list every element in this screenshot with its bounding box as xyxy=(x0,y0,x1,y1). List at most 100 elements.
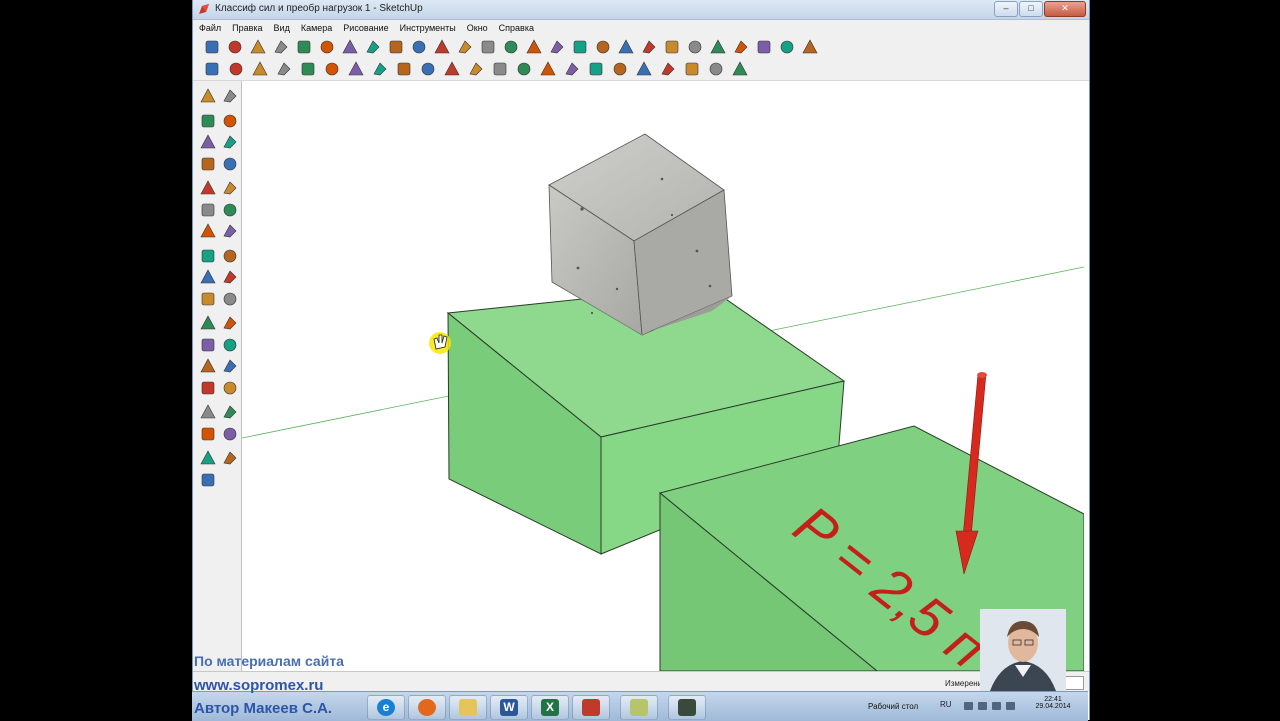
pan-icon[interactable] xyxy=(571,38,589,56)
cut-icon[interactable] xyxy=(275,60,293,78)
print-icon[interactable] xyxy=(419,60,437,78)
offset-icon[interactable] xyxy=(479,38,497,56)
menu-camera[interactable]: Камера xyxy=(295,20,337,36)
back-view-icon[interactable] xyxy=(563,60,581,78)
drawing-area[interactable]: P = 2,5 п xyxy=(242,81,1084,671)
tray-icon-3[interactable] xyxy=(992,702,1001,710)
sidebar-next-view-icon[interactable] xyxy=(221,379,239,397)
sidebar-eraser-icon[interactable] xyxy=(221,112,239,130)
tray-icon-1[interactable] xyxy=(964,702,973,710)
sidebar-axes-icon[interactable] xyxy=(199,314,217,332)
shadows-icon[interactable] xyxy=(801,38,819,56)
sidebar-make-component-icon[interactable] xyxy=(221,87,239,105)
look-around-icon[interactable] xyxy=(686,38,704,56)
desktop-label[interactable]: Рабочий стол xyxy=(868,702,918,711)
warehouse-icon[interactable] xyxy=(778,38,796,56)
rectangle-icon[interactable] xyxy=(249,38,267,56)
sidebar-walk-icon[interactable] xyxy=(199,425,217,443)
undo-icon[interactable] xyxy=(371,60,389,78)
sidebar-polygon-icon[interactable] xyxy=(199,179,217,197)
sidebar-offset-icon[interactable] xyxy=(221,247,239,265)
title-bar[interactable]: Классиф сил и преобр нагрузок 1 - Sketch… xyxy=(193,0,1089,20)
eraser2-icon[interactable] xyxy=(341,38,359,56)
sidebar-scale-icon[interactable] xyxy=(199,247,217,265)
sidebar-sandbox-2-icon[interactable] xyxy=(221,449,239,467)
sidebar-section-plane-icon[interactable] xyxy=(221,425,239,443)
menu-edit[interactable]: Правка xyxy=(226,20,267,36)
zoom-icon[interactable] xyxy=(594,38,612,56)
menu-view[interactable]: Вид xyxy=(268,20,295,36)
menu-help[interactable]: Справка xyxy=(493,20,539,36)
sidebar-dimension-icon[interactable] xyxy=(221,268,239,286)
menu-draw[interactable]: Рисование xyxy=(337,20,393,36)
eraser-icon[interactable] xyxy=(318,38,336,56)
volume-icon[interactable] xyxy=(1006,702,1015,710)
sidebar-arc-icon[interactable] xyxy=(221,155,239,173)
sidebar-paint-bucket-icon[interactable] xyxy=(199,112,217,130)
iso-view-icon[interactable] xyxy=(467,60,485,78)
position-camera-icon[interactable] xyxy=(709,38,727,56)
sidebar-tape-icon[interactable] xyxy=(199,268,217,286)
tape-icon[interactable] xyxy=(364,38,382,56)
delete-icon[interactable] xyxy=(347,60,365,78)
walk-icon[interactable] xyxy=(663,38,681,56)
maximize-button[interactable]: □ xyxy=(1019,1,1043,17)
textured-icon[interactable] xyxy=(707,60,725,78)
xray-icon[interactable] xyxy=(611,60,629,78)
shaded-icon[interactable] xyxy=(683,60,701,78)
sidebar-look-around-icon[interactable] xyxy=(221,403,239,421)
arc-icon[interactable] xyxy=(295,38,313,56)
wireframe-icon[interactable] xyxy=(635,60,653,78)
front-view-icon[interactable] xyxy=(515,60,533,78)
scale-icon[interactable] xyxy=(456,38,474,56)
taskbar-firefox[interactable] xyxy=(408,695,446,720)
sidebar-push-pull-icon[interactable] xyxy=(221,201,239,219)
new-icon[interactable] xyxy=(203,60,221,78)
push-pull-icon[interactable] xyxy=(502,38,520,56)
sidebar-sandbox-icon[interactable] xyxy=(199,449,217,467)
sidebar-rotate-icon[interactable] xyxy=(199,222,217,240)
sidebar-pan-icon[interactable] xyxy=(221,336,239,354)
sidebar-circle-icon[interactable] xyxy=(199,155,217,173)
taskbar-excel[interactable]: X xyxy=(531,695,569,720)
redo-icon[interactable] xyxy=(395,60,413,78)
follow-me-icon[interactable] xyxy=(525,38,543,56)
sidebar-move-icon[interactable] xyxy=(199,201,217,219)
minimize-button[interactable]: – xyxy=(994,1,1018,17)
sidebar-sandbox-3-icon[interactable] xyxy=(199,471,217,489)
pencil-icon[interactable] xyxy=(226,38,244,56)
sidebar-text-icon[interactable] xyxy=(221,290,239,308)
sidebar-rectangle-icon[interactable] xyxy=(199,133,217,151)
move-icon[interactable] xyxy=(410,38,428,56)
hidden-line-icon[interactable] xyxy=(659,60,677,78)
sidebar-freehand-icon[interactable] xyxy=(221,179,239,197)
sidebar-line-icon[interactable] xyxy=(221,133,239,151)
orbit-icon[interactable] xyxy=(548,38,566,56)
sidebar-select-icon[interactable] xyxy=(199,87,217,105)
menu-tools[interactable]: Инструменты xyxy=(394,20,461,36)
system-clock[interactable]: 22:41 29.04.2014 xyxy=(1028,696,1078,710)
paste-icon[interactable] xyxy=(323,60,341,78)
taskbar-word[interactable]: W xyxy=(490,695,528,720)
circle-icon[interactable] xyxy=(272,38,290,56)
taskbar-ie[interactable]: e xyxy=(367,695,405,720)
menu-file[interactable]: Файл xyxy=(193,20,226,36)
select-icon[interactable] xyxy=(203,38,221,56)
earth-icon[interactable] xyxy=(732,38,750,56)
sidebar-previous-view-icon[interactable] xyxy=(199,379,217,397)
sidebar-zoom-window-icon[interactable] xyxy=(221,357,239,375)
taskbar-recorder[interactable] xyxy=(668,695,706,720)
section-icon[interactable] xyxy=(640,38,658,56)
right-view-icon[interactable] xyxy=(539,60,557,78)
sidebar-position-camera-icon[interactable] xyxy=(199,403,217,421)
taskbar-explorer[interactable] xyxy=(449,695,487,720)
open-icon[interactable] xyxy=(227,60,245,78)
tray-icon-2[interactable] xyxy=(978,702,987,710)
paint-bucket-icon[interactable] xyxy=(387,38,405,56)
sidebar-3d-text-icon[interactable] xyxy=(221,314,239,332)
taskbar-sketchup[interactable] xyxy=(572,695,610,720)
monochrome-icon[interactable] xyxy=(731,60,749,78)
model-info-icon[interactable] xyxy=(443,60,461,78)
taskbar-notes[interactable] xyxy=(620,695,658,720)
menu-window[interactable]: Окно xyxy=(461,20,493,36)
